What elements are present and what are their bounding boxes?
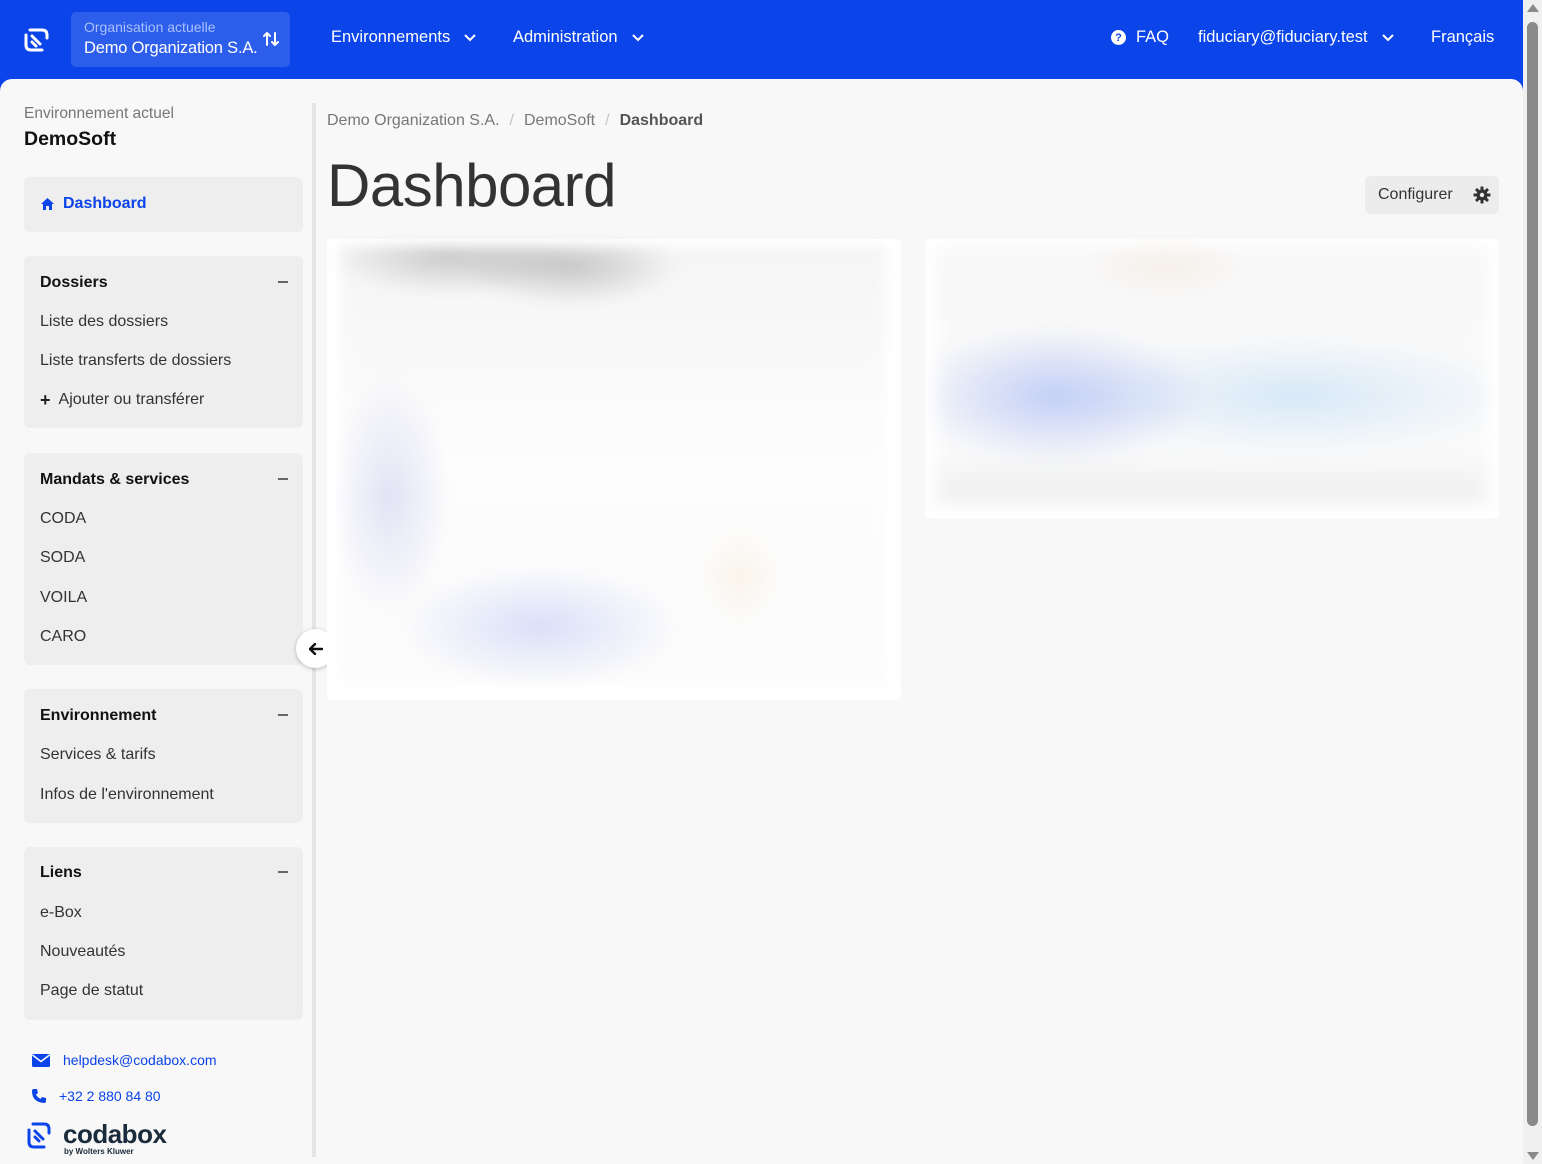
helpdesk-email-link[interactable]: helpdesk@codabox.com bbox=[31, 1052, 217, 1068]
sidebar-item-soda[interactable]: SODA bbox=[40, 549, 85, 567]
links-card: Liens e-Box Nouveautés Page de statut bbox=[24, 847, 303, 1020]
collapse-minus-icon[interactable] bbox=[278, 871, 288, 873]
user-menu[interactable]: fiduciary@fiduciary.test bbox=[1198, 28, 1394, 47]
collapse-minus-icon[interactable] bbox=[278, 478, 288, 480]
breadcrumb-organisation[interactable]: Demo Organization S.A. bbox=[327, 112, 500, 130]
sidebar-item-news[interactable]: Nouveautés bbox=[40, 943, 125, 961]
faq-link[interactable]: ? FAQ bbox=[1111, 28, 1169, 47]
dossiers-card: Dossiers Liste des dossiers Liste transf… bbox=[24, 256, 303, 428]
scrollbar-thumb[interactable] bbox=[1527, 22, 1538, 1126]
chevron-down-icon bbox=[631, 33, 644, 41]
dashboard-widget-loading bbox=[327, 239, 901, 700]
sidebar-item-dossier-transfers[interactable]: Liste transferts de dossiers bbox=[40, 352, 231, 370]
current-environment-label: Environnement actuel bbox=[24, 105, 174, 122]
swap-arrows-icon bbox=[263, 32, 279, 46]
configure-button[interactable]: Configurer bbox=[1365, 176, 1499, 214]
plus-icon: + bbox=[40, 390, 51, 410]
question-circle-icon: ? bbox=[1111, 30, 1126, 45]
breadcrumb: Demo Organization S.A. / DemoSoft / Dash… bbox=[327, 112, 703, 130]
home-icon bbox=[41, 198, 54, 210]
helpdesk-email: helpdesk@codabox.com bbox=[63, 1052, 217, 1068]
breadcrumb-environment[interactable]: DemoSoft bbox=[524, 112, 595, 130]
sidebar-item-dossiers-list[interactable]: Liste des dossiers bbox=[40, 313, 168, 331]
envelope-icon bbox=[32, 1053, 50, 1067]
page-title: Dashboard bbox=[327, 152, 617, 219]
scroll-up-arrow-icon[interactable] bbox=[1527, 4, 1539, 12]
breadcrumb-current: Dashboard bbox=[619, 112, 704, 129]
sidebar-item-dashboard-label: Dashboard bbox=[63, 195, 147, 212]
environments-menu[interactable]: Environnements bbox=[331, 28, 476, 47]
organisation-label: Organisation actuelle bbox=[84, 19, 216, 35]
organisation-name: Demo Organization S.A. bbox=[84, 39, 258, 57]
organisation-switcher[interactable]: Organisation actuelle Demo Organization … bbox=[71, 12, 290, 67]
sidebar-item-coda[interactable]: CODA bbox=[40, 510, 86, 528]
links-title: Liens bbox=[40, 864, 82, 881]
page-scrollbar[interactable] bbox=[1523, 0, 1542, 1164]
sidebar-item-status-page[interactable]: Page de statut bbox=[40, 982, 143, 1000]
language-selector[interactable]: Français bbox=[1431, 28, 1494, 47]
chevron-down-icon bbox=[1381, 33, 1394, 41]
sidebar-item-environment-info[interactable]: Infos de l'environnement bbox=[40, 786, 214, 804]
scroll-down-arrow-icon[interactable] bbox=[1527, 1152, 1539, 1160]
gear-icon bbox=[1473, 186, 1491, 204]
phone-link[interactable]: +32 2 880 84 80 bbox=[31, 1088, 161, 1104]
mandates-services-title: Mandats & services bbox=[40, 471, 190, 488]
codabox-logo-icon[interactable] bbox=[22, 26, 50, 54]
dashboard-widget-loading bbox=[925, 239, 1499, 518]
phone-icon bbox=[32, 1089, 46, 1103]
environment-title: Environnement bbox=[40, 707, 157, 724]
widget-placeholder bbox=[936, 246, 1488, 503]
administration-menu[interactable]: Administration bbox=[513, 28, 644, 47]
sidebar: Environnement actuel DemoSoft Dashboard … bbox=[0, 79, 316, 1164]
configure-button-label: Configurer bbox=[1378, 186, 1453, 203]
brand-subtitle: by Wolters Kluwer bbox=[64, 1147, 134, 1156]
user-email: fiduciary@fiduciary.test bbox=[1198, 28, 1368, 46]
widget-placeholder bbox=[340, 246, 886, 683]
sidebar-item-dashboard[interactable]: Dashboard bbox=[40, 195, 147, 213]
language-label: Français bbox=[1431, 28, 1495, 46]
arrow-left-icon bbox=[308, 642, 323, 655]
collapse-minus-icon[interactable] bbox=[278, 281, 288, 283]
administration-menu-label: Administration bbox=[513, 28, 618, 46]
sidebar-item-ebox[interactable]: e-Box bbox=[40, 904, 82, 922]
codabox-logo-icon bbox=[27, 1122, 51, 1149]
current-environment-name: DemoSoft bbox=[24, 128, 117, 150]
breadcrumb-separator: / bbox=[509, 112, 514, 129]
faq-label: FAQ bbox=[1136, 28, 1170, 46]
chevron-down-icon bbox=[464, 33, 476, 41]
brand-name: codabox bbox=[63, 1119, 167, 1149]
dossiers-title: Dossiers bbox=[40, 274, 108, 291]
sidebar-item-add-transfer[interactable]: + Ajouter ou transférer bbox=[40, 391, 204, 409]
sidebar-item-caro[interactable]: CARO bbox=[40, 628, 86, 646]
content-area: Environnement actuel DemoSoft Dashboard … bbox=[0, 79, 1523, 1164]
codabox-brand: codabox by Wolters Kluwer bbox=[26, 1119, 176, 1159]
phone-number: +32 2 880 84 80 bbox=[59, 1088, 161, 1104]
dashboard-card: Dashboard bbox=[24, 177, 303, 232]
sidebar-item-voila[interactable]: VOILA bbox=[40, 589, 87, 607]
environments-menu-label: Environnements bbox=[331, 28, 451, 46]
collapse-minus-icon[interactable] bbox=[278, 714, 288, 716]
sidebar-item-add-transfer-label: Ajouter ou transférer bbox=[58, 391, 205, 408]
breadcrumb-separator: / bbox=[605, 112, 610, 129]
top-navigation-bar: Organisation actuelle Demo Organization … bbox=[0, 0, 1523, 80]
mandates-services-card: Mandats & services CODA SODA VOILA CARO bbox=[24, 453, 303, 665]
sidebar-item-services-pricing[interactable]: Services & tarifs bbox=[40, 746, 156, 764]
environment-card: Environnement Services & tarifs Infos de… bbox=[24, 689, 303, 823]
